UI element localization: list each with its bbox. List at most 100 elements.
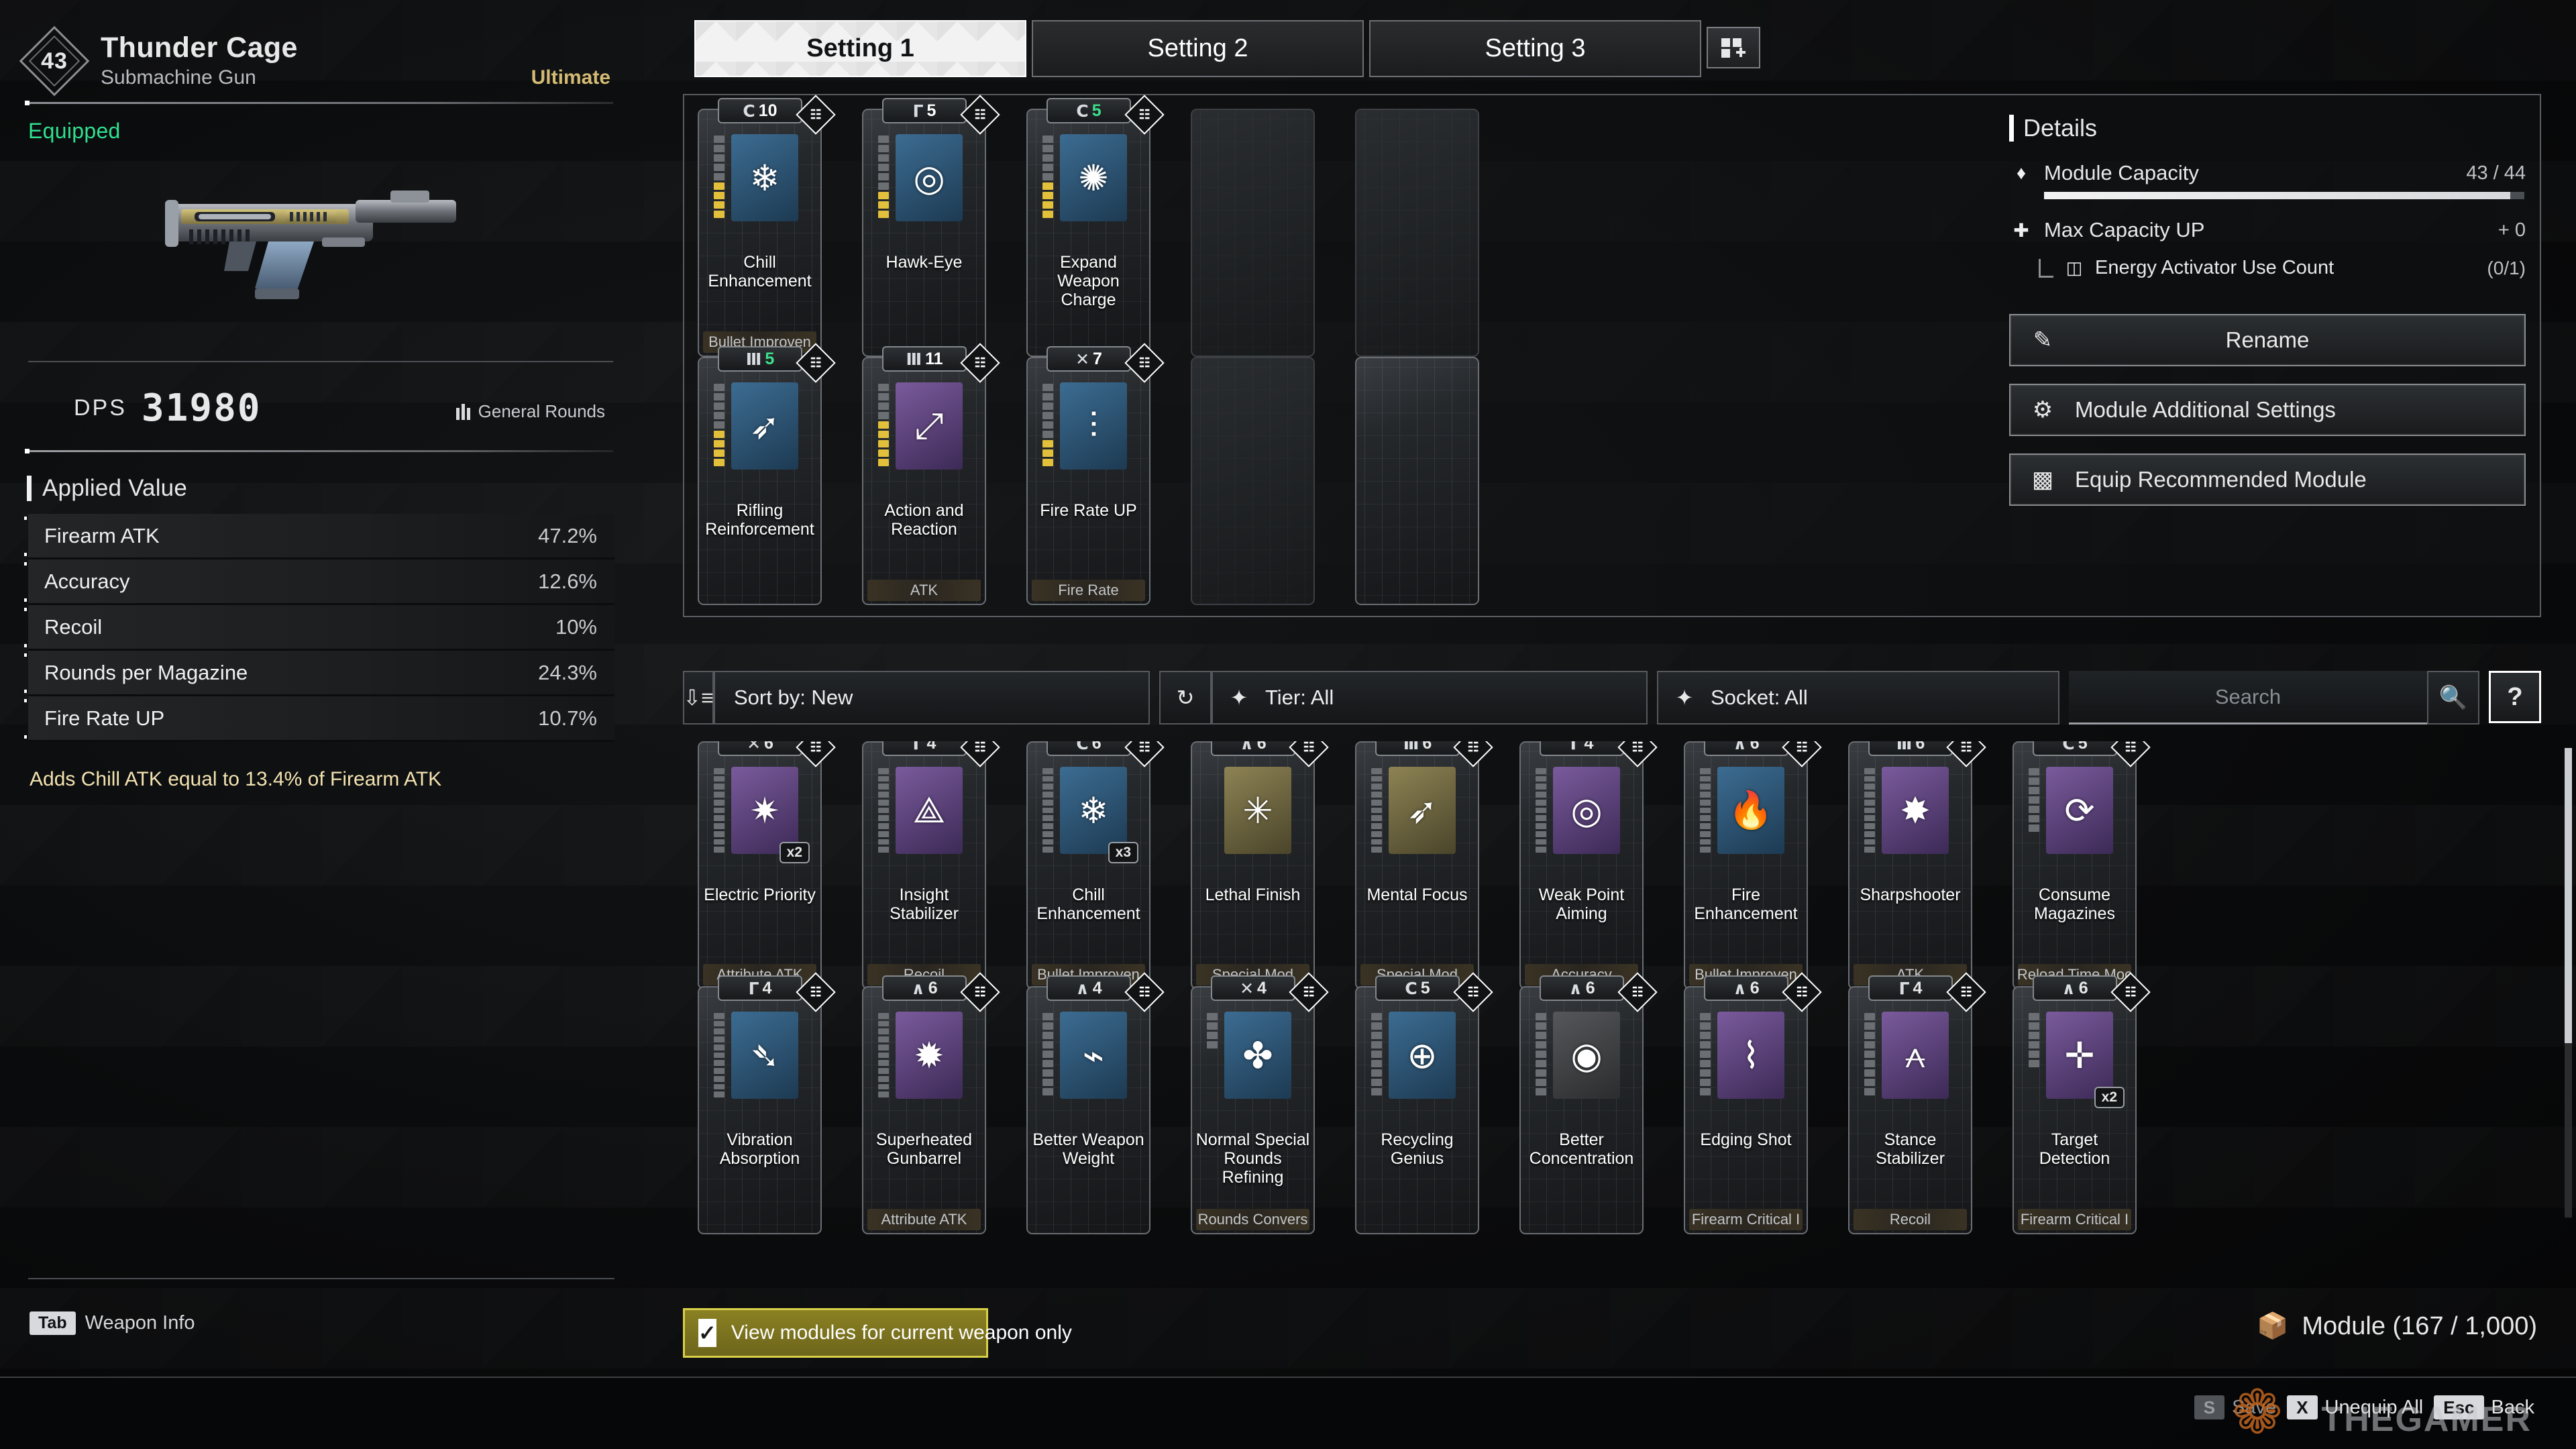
dps-label: DPS (74, 395, 127, 421)
dps-value: 31980 (141, 386, 262, 430)
help-button[interactable]: ? (2489, 671, 2541, 723)
module-category: Attribute ATK (867, 1209, 981, 1230)
weapon-info-panel: 43 Thunder Cage Submachine Gun Ultimate … (0, 0, 644, 1449)
rename-button[interactable]: ✎ Rename (2009, 314, 2526, 366)
socket-type-icon: C (1076, 741, 1089, 753)
module-category: Fire Rate (1032, 580, 1145, 601)
inventory-module-card[interactable]: ∧ 6 ☷ ✳ Lethal Finish Special Mod (1191, 741, 1329, 989)
module-socket-header: Γ4 (718, 975, 802, 1001)
inventory-module-card[interactable]: C 6 ☷ ❄ x3 Chill Enhancement Bullet Improven (1026, 741, 1165, 989)
inventory-module-card[interactable]: ∧ 6 ☷ ✹ Superheated Gunbarrel Attribute ATK (862, 972, 1000, 1234)
equipped-module-slot[interactable]: Ⅲ 5 ☷ ➶ Rifling Reinforcement (698, 343, 836, 605)
current-weapon-only-checkbox[interactable]: ✓ View modules for current weapon only (683, 1308, 1072, 1358)
module-name: Better Concentration (1529, 1130, 1634, 1168)
stat-value: 10% (555, 614, 597, 639)
weapon-info-hint[interactable]: Tab Weapon Info (30, 1311, 195, 1335)
stat-row: Recoil 10% (24, 605, 614, 651)
stat-label: Fire Rate UP (44, 706, 165, 730)
inventory-module-card[interactable]: Ⅲ 6 ☷ ➶ Mental Focus Special Mod (1355, 741, 1493, 989)
module-capacity-cost: 6 (1750, 741, 1760, 753)
module-pins (1864, 768, 1875, 853)
inventory-module-card[interactable]: Γ 4 ☷ ⩜ Stance Stabilizer Recoil (1848, 972, 1986, 1234)
setting-tabs[interactable]: Setting 1 Setting 2 Setting 3 (694, 20, 1760, 77)
inventory-module-card[interactable]: Ⅲ 6 ☷ ✸ Sharpshooter ATK (1848, 741, 1986, 989)
equipped-module-slot[interactable] (1191, 109, 1315, 357)
inventory-module-card[interactable]: ∧ 6 ☷ ✛ x2 Target Detection Firearm Critical I (2012, 972, 2151, 1234)
search-field[interactable] (2069, 671, 2427, 724)
module-pins (878, 1013, 889, 1098)
socket-type-icon: ∧ (1240, 741, 1254, 753)
socket-type-icon: Γ (912, 101, 924, 121)
inventory-scrollbar[interactable] (2565, 748, 2572, 1218)
equipped-module-slot[interactable]: Γ 5 ☷ ◎ Hawk-Eye (862, 95, 1000, 357)
module-pins (878, 768, 889, 853)
tier-filter-dropdown[interactable]: ✦ Tier: All (1212, 671, 1648, 724)
module-capacity-cost: 6 (1915, 741, 1925, 753)
socket-type-icon: C (2062, 741, 2075, 753)
search-input[interactable] (2069, 684, 2427, 709)
module-additional-settings-button[interactable]: ⚙ Module Additional Settings (2009, 384, 2526, 436)
module-socket-header: ∧ 6 (882, 975, 967, 1001)
weapon-description: Adds Chill ATK equal to 13.4% of Firearm… (30, 768, 442, 790)
equip-recommended-module-button[interactable]: ▩ Equip Recommended Module (2009, 453, 2526, 506)
equipped-module-slot[interactable]: Ⅲ 11 ☷ ⤢ Action and Reaction ATK (862, 343, 1000, 605)
equipped-module-slot[interactable] (1355, 109, 1479, 357)
module-capacity-cost: 6 (1091, 741, 1102, 753)
recycling-icon: ⊕ (1389, 1012, 1456, 1099)
applied-value-title: Applied Value (42, 475, 188, 501)
module-pins (2029, 768, 2039, 853)
ammo-type-label: General Rounds (478, 401, 605, 421)
module-card-body (1355, 109, 1479, 357)
details-header: Details (2009, 114, 2526, 142)
equipped-modules-grid[interactable]: C 10 ☷ ❄ Chill Enhancement Bullet Improven Γ 5 ☷… (698, 95, 1479, 605)
module-count: 📦 Module (167 / 1,000) (2257, 1311, 2537, 1341)
inventory-module-card[interactable]: ✕ 6 ☷ ✷ x2 Electric Priority Attribute ATK (698, 741, 836, 989)
stat-label: Firearm ATK (44, 523, 160, 547)
inventory-module-card[interactable]: Γ 4 ☷ ➴ Vibration Absorption (698, 972, 836, 1234)
socket-filter-dropdown[interactable]: ✦ Socket: All (1657, 671, 2059, 724)
inventory-module-card[interactable]: ✕ 4 ☷ ✤ Normal Special Rounds Refining Rounds… (1191, 972, 1329, 1234)
inventory-module-card[interactable]: C 5 ☷ ⊕ Recycling Genius (1355, 972, 1493, 1234)
module-socket-header: ✕ 7 (1046, 346, 1131, 372)
stat-label: Recoil (44, 614, 103, 639)
module-capacity-cost: 6 (1422, 741, 1432, 753)
search-button[interactable]: 🔍 (2427, 671, 2479, 724)
module-category: Rounds Convers (1196, 1209, 1309, 1230)
reset-filters-button[interactable]: ↻ (1159, 671, 1212, 724)
sort-by-dropdown[interactable]: Sort by: New (714, 671, 1150, 724)
weapon-info-label: Weapon Info (85, 1312, 195, 1334)
module-capacity-cost: 6 (928, 978, 938, 998)
equipped-module-slot[interactable]: ✕ 7 ☷ ⫶ Fire Rate UP Fire Rate (1026, 343, 1165, 605)
equipped-module-slot[interactable] (1191, 357, 1315, 605)
socket-type-icon: ∧ (1733, 741, 1747, 753)
tab-setting-2[interactable]: Setting 2 (1032, 20, 1364, 77)
equipped-module-slot[interactable]: C 5 ☷ ✺ Expand Weapon Charge (1026, 95, 1165, 357)
inventory-module-card[interactable]: ∧ 6 ☷ ◉ Better Concentration (1519, 972, 1658, 1234)
module-pins (1700, 1013, 1711, 1097)
socket-type-icon: Γ (748, 978, 759, 998)
inventory-module-card[interactable]: ∧ 6 ☷ 🔥 Fire Enhancement Bullet Improven (1684, 741, 1822, 989)
module-name: Stance Stabilizer (1876, 1130, 1945, 1168)
sort-direction-button[interactable]: ⇩≡ (683, 671, 714, 724)
mental-focus-icon: ➶ (1389, 767, 1456, 854)
module-inventory-grid[interactable]: ✕ 6 ☷ ✷ x2 Electric Priority Attribute ATK Γ 4 ☷ ⟁… (683, 741, 2541, 1234)
inventory-module-card[interactable]: ∧ 4 ☷ ⌁ Better Weapon Weight (1026, 972, 1165, 1234)
tab-setting-3[interactable]: Setting 3 (1369, 20, 1701, 77)
equipped-module-slot[interactable]: C 10 ☷ ❄ Chill Enhancement Bullet Improven (698, 95, 836, 357)
inventory-module-card[interactable]: ∧ 6 ☷ ⌇ Edging Shot Firearm Critical I (1684, 972, 1822, 1234)
equipped-status: Equipped (28, 119, 121, 143)
stat-value: 12.6% (538, 569, 597, 593)
unequip-all-key: X (2287, 1395, 2318, 1419)
add-preset-icon[interactable] (1707, 27, 1760, 68)
equipped-module-slot[interactable] (1355, 357, 1479, 605)
filter-bar[interactable]: ⇩≡ Sort by: New ↻ ✦ Tier: All ✦ Socket: … (683, 671, 2541, 724)
module-socket-header: Γ4 (1540, 741, 1624, 756)
module-inventory[interactable]: ✕ 6 ☷ ✷ x2 Electric Priority Attribute ATK Γ 4 ☷ ⟁… (683, 741, 2541, 1291)
module-name: Hawk-Eye (885, 253, 963, 272)
inventory-module-card[interactable]: Γ 4 ☷ ◎ Weak Point Aiming Accuracy (1519, 741, 1658, 989)
inventory-module-card[interactable]: C 5 ☷ ⟳ Consume Magazines Reload Time Moc (2012, 741, 2151, 989)
inventory-module-card[interactable]: Γ 4 ☷ ⟁ Insight Stabilizer Recoil (862, 741, 1000, 989)
module-capacity-cost: 6 (1585, 978, 1595, 998)
tab-setting-1[interactable]: Setting 1 (694, 20, 1026, 77)
module-category: ATK (867, 580, 981, 601)
